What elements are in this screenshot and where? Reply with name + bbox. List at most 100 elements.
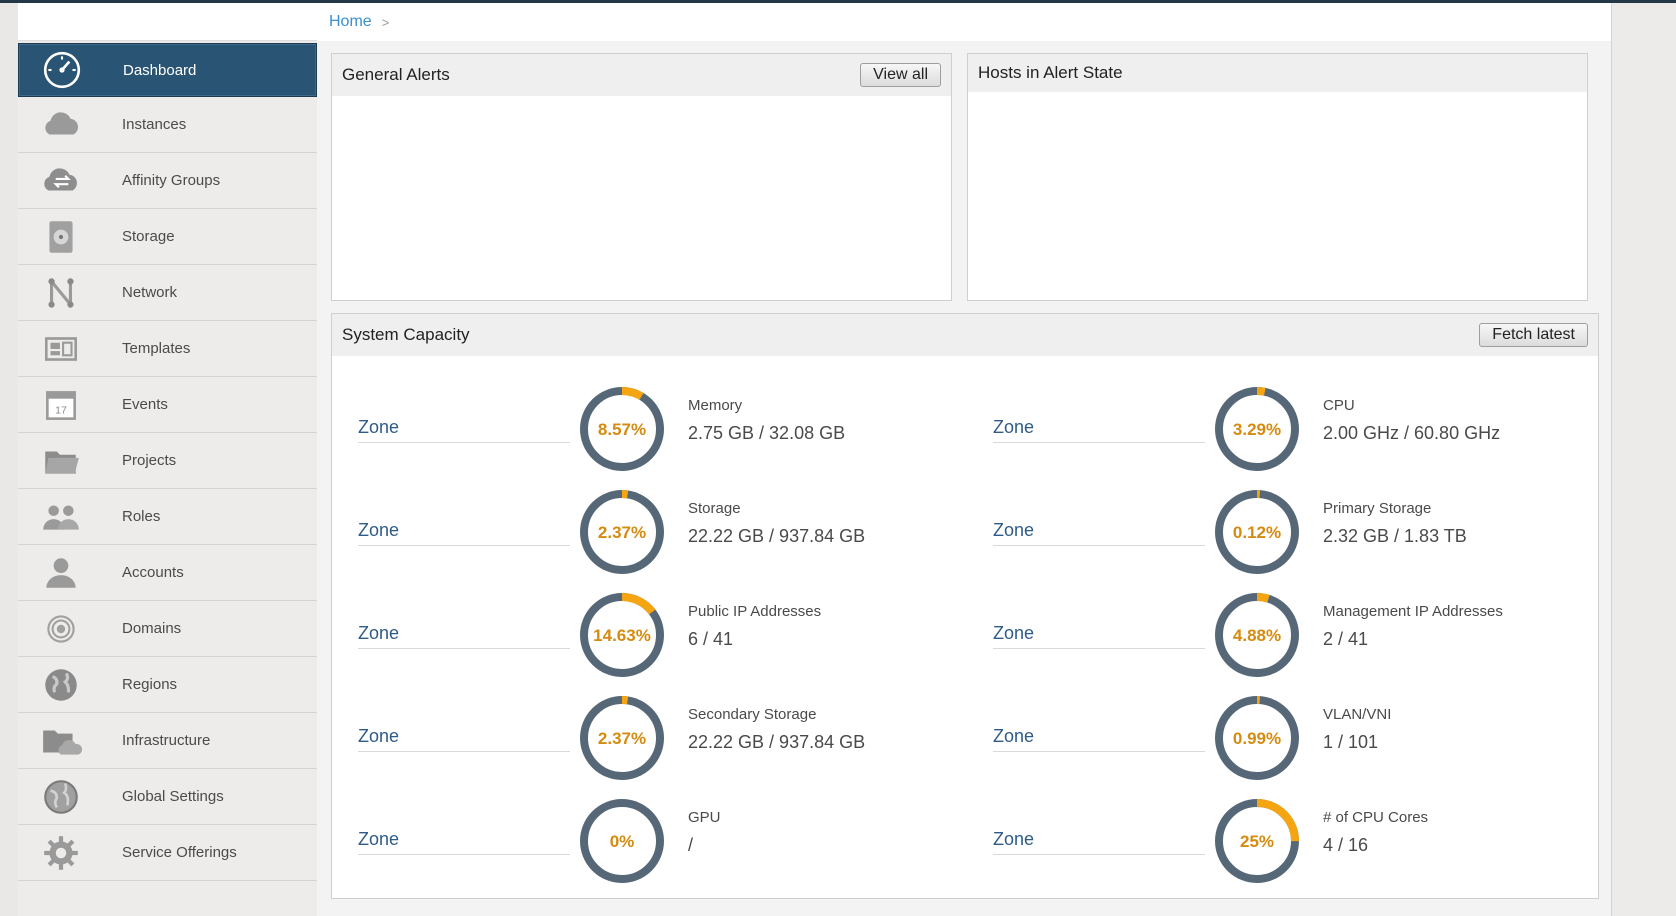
zone-link[interactable]: Zone — [993, 726, 1205, 752]
percent-label: 4.88% — [1233, 626, 1281, 645]
sidebar-item-infrastructure[interactable]: Infrastructure — [18, 713, 317, 769]
hosts-alert-panel: Hosts in Alert State — [967, 53, 1588, 301]
sidebar-item-label: Global Settings — [122, 788, 224, 805]
zone-link[interactable]: Zone — [358, 726, 570, 752]
sidebar-item-label: Infrastructure — [122, 732, 211, 749]
zone-link[interactable]: Zone — [358, 623, 570, 649]
sidebar-item-network[interactable]: Network — [18, 265, 317, 321]
sidebar-item-label: Storage — [122, 228, 175, 245]
cloud-icon — [18, 97, 104, 153]
gear-icon — [18, 825, 104, 881]
target-icon — [18, 601, 104, 657]
capacity-value: 22.22 GB / 937.84 GB — [688, 732, 866, 752]
sidebar-item-label: Accounts — [122, 564, 184, 581]
capacity-donut: 0% — [580, 799, 664, 883]
scroll-gutter — [1611, 3, 1676, 916]
capacity-name: Memory — [688, 397, 743, 414]
sidebar-item-templates[interactable]: Templates — [18, 321, 317, 377]
breadcrumb-home-link[interactable]: Home — [329, 13, 372, 31]
capacity-value: 1 / 101 — [1323, 732, 1379, 752]
capacity-value: 2.00 GHz / 60.80 GHz — [1323, 423, 1501, 443]
sidebar-item-label: Templates — [122, 340, 191, 357]
sidebar-item-label: Dashboard — [123, 61, 197, 79]
capacity-value: 22.22 GB / 937.84 GB — [688, 526, 866, 546]
percent-label: 3.29% — [1233, 420, 1281, 439]
sidebar-item-storage[interactable]: Storage — [18, 209, 317, 265]
sidebar-item-service-offerings[interactable]: Service Offerings — [18, 825, 317, 881]
view-all-button[interactable]: View all — [860, 63, 941, 87]
percent-label: 0.99% — [1233, 729, 1281, 748]
panel-title: System Capacity — [342, 325, 470, 344]
capacity-value: / — [688, 835, 694, 855]
svg-text:17: 17 — [55, 404, 67, 416]
sidebar-item-accounts[interactable]: Accounts — [18, 545, 317, 601]
main-content: Home > General Alerts View all Hosts in … — [317, 3, 1611, 916]
capacity-donut: 0.99% — [1215, 696, 1299, 780]
zone-link[interactable]: Zone — [993, 623, 1205, 649]
zone-link[interactable]: Zone — [358, 829, 570, 855]
breadcrumb-separator: > — [381, 14, 390, 30]
capacity-donut: 0.12% — [1215, 490, 1299, 574]
zone-link[interactable]: Zone — [358, 417, 570, 443]
capacity-item: Zone 3.29% CPU 2.00 GHz / 60.80 GHz — [993, 385, 1613, 485]
capacity-donut: 25% — [1215, 799, 1299, 883]
people-icon — [18, 489, 104, 545]
hard-disk-icon — [18, 209, 104, 265]
zone-link[interactable]: Zone — [993, 829, 1205, 855]
capacity-name: Public IP Addresses — [688, 603, 822, 620]
fetch-latest-button[interactable]: Fetch latest — [1479, 323, 1588, 347]
sidebar: Dashboard Instances Affinity Groups Stor… — [18, 3, 317, 916]
folder-icon — [18, 433, 104, 489]
percent-label: 0.12% — [1233, 523, 1281, 542]
zone-link[interactable]: Zone — [993, 417, 1205, 443]
zone-link[interactable]: Zone — [358, 520, 570, 546]
percent-label: 2.37% — [598, 523, 646, 542]
sidebar-item-label: Service Offerings — [122, 844, 237, 861]
capacity-item: Zone 4.88% Management IP Addresses 2 / 41 — [993, 591, 1613, 691]
globe-gear-icon — [18, 769, 104, 825]
sidebar-item-affinity-groups[interactable]: Affinity Groups — [18, 153, 317, 209]
templates-icon — [18, 321, 104, 377]
sidebar-item-label: Roles — [122, 508, 161, 525]
sidebar-item-roles[interactable]: Roles — [18, 489, 317, 545]
percent-label: 8.57% — [598, 420, 646, 439]
breadcrumb: Home > — [317, 3, 1611, 41]
capacity-name: Secondary Storage — [688, 706, 817, 723]
capacity-item: Zone 2.37% Storage 22.22 GB / 937.84 GB — [358, 488, 978, 588]
globe-icon — [18, 657, 104, 713]
capacity-item: Zone 25% # of CPU Cores 4 / 16 — [993, 797, 1613, 897]
sidebar-item-label: Domains — [122, 620, 182, 637]
folder-cloud-icon — [18, 713, 104, 769]
capacity-name: Primary Storage — [1323, 500, 1432, 517]
percent-label: 14.63% — [593, 626, 651, 645]
sidebar-item-label: Events — [122, 396, 168, 413]
network-icon — [18, 265, 104, 321]
system-capacity-header: System Capacity Fetch latest — [332, 314, 1598, 356]
capacity-donut: 3.29% — [1215, 387, 1299, 471]
capacity-donut: 2.37% — [580, 696, 664, 780]
sidebar-item-label: Affinity Groups — [122, 172, 221, 189]
capacity-item: Zone 2.37% Secondary Storage 22.22 GB / 937… — [358, 694, 978, 794]
percent-label: 0% — [610, 832, 635, 851]
percent-label: 2.37% — [598, 729, 646, 748]
percent-label: 25% — [1240, 832, 1274, 851]
sidebar-item-regions[interactable]: Regions — [18, 657, 317, 713]
hosts-alert-header: Hosts in Alert State — [968, 54, 1587, 92]
capacity-name: VLAN/VNI — [1323, 706, 1392, 723]
capacity-name: GPU — [688, 809, 721, 826]
capacity-item: Zone 14.63% Public IP Addresses 6 / 41 — [358, 591, 978, 691]
sidebar-header — [18, 3, 317, 41]
capacity-value: 2.75 GB / 32.08 GB — [688, 423, 846, 443]
capacity-value: 6 / 41 — [688, 629, 734, 649]
panel-title: Hosts in Alert State — [978, 63, 1123, 82]
sidebar-item-dashboard[interactable]: Dashboard — [18, 43, 317, 97]
zone-link[interactable]: Zone — [993, 520, 1205, 546]
sidebar-item-events[interactable]: 17 Events — [18, 377, 317, 433]
sidebar-item-instances[interactable]: Instances — [18, 97, 317, 153]
sidebar-item-projects[interactable]: Projects — [18, 433, 317, 489]
sidebar-item-domains[interactable]: Domains — [18, 601, 317, 657]
capacity-item: Zone 0.12% Primary Storage 2.32 GB / 1.83 T… — [993, 488, 1613, 588]
sidebar-item-global-settings[interactable]: Global Settings — [18, 769, 317, 825]
capacity-value: 4 / 16 — [1323, 835, 1369, 855]
capacity-name: # of CPU Cores — [1323, 809, 1429, 826]
